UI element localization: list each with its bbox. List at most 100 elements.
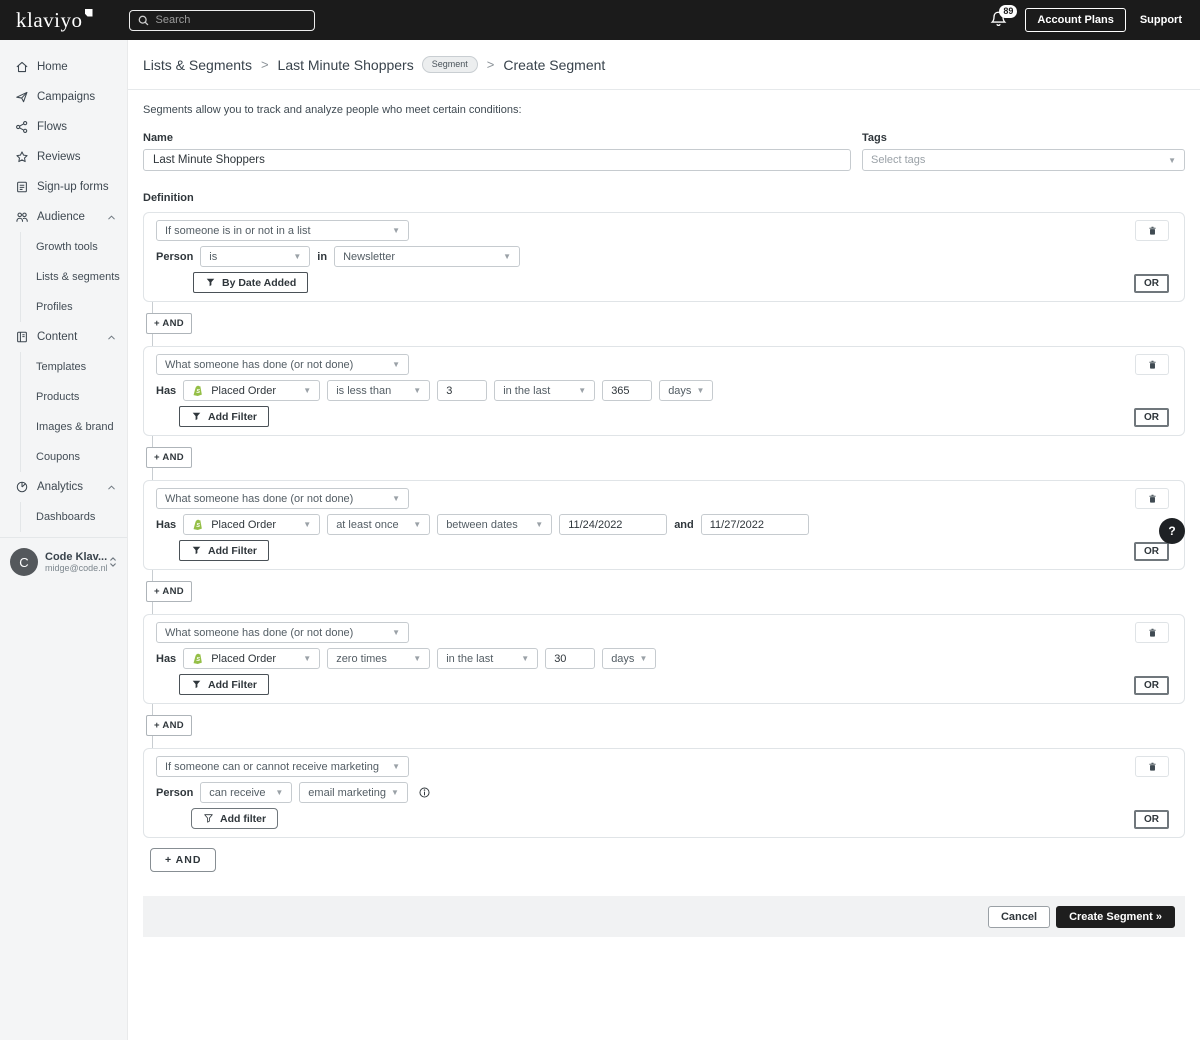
unit-select[interactable]: days ▼ bbox=[659, 380, 714, 401]
or-condition-button[interactable]: OR bbox=[1134, 408, 1169, 427]
chevron-down-icon: ▼ bbox=[303, 386, 312, 395]
add-and-condition-button[interactable]: + AND bbox=[146, 581, 192, 602]
start-date-input[interactable] bbox=[559, 514, 668, 535]
condition-type-select[interactable]: If someone is in or not in a list ▼ bbox=[156, 220, 409, 241]
topbar-right: 89 Account Plans Support bbox=[989, 5, 1200, 32]
create-segment-button[interactable]: Create Segment » bbox=[1056, 905, 1175, 928]
by-date-added-button[interactable]: By Date Added bbox=[193, 272, 309, 293]
chevron-down-icon: ▼ bbox=[392, 360, 400, 369]
account-switcher[interactable]: C Code Klav... midge@code.nl bbox=[0, 537, 127, 586]
sidebar-item-home[interactable]: Home bbox=[0, 52, 127, 82]
count-input[interactable] bbox=[437, 380, 488, 401]
funnel-icon bbox=[204, 814, 213, 823]
sidebar-item-analytics[interactable]: Analytics bbox=[0, 472, 127, 502]
and-connector: + AND bbox=[143, 302, 1185, 346]
list-select[interactable]: Newsletter ▼ bbox=[334, 246, 521, 267]
chevron-down-icon: ▼ bbox=[503, 252, 512, 261]
condition-type-select[interactable]: What someone has done (or not done) ▼ bbox=[156, 488, 409, 509]
breadcrumb-lists-segments[interactable]: Lists & Segments bbox=[143, 57, 252, 73]
sidebar-item-signup-forms[interactable]: Sign-up forms bbox=[0, 172, 127, 202]
days-count-input[interactable] bbox=[602, 380, 653, 401]
breadcrumb-segment-name[interactable]: Last Minute Shoppers bbox=[278, 57, 414, 73]
in-label: in bbox=[317, 250, 328, 263]
avatar: C bbox=[10, 548, 38, 576]
search-input[interactable] bbox=[128, 9, 315, 31]
or-condition-button[interactable]: OR bbox=[1134, 274, 1169, 293]
metric-select[interactable]: S Placed Order ▼ bbox=[183, 380, 321, 401]
condition-type-select[interactable]: What someone has done (or not done) ▼ bbox=[156, 354, 409, 375]
sidebar-item-growth-tools[interactable]: Growth tools bbox=[21, 232, 127, 262]
unit-select[interactable]: days ▼ bbox=[602, 648, 657, 669]
sidebar-item-images-brand[interactable]: Images & brand bbox=[21, 412, 127, 442]
cancel-button[interactable]: Cancel bbox=[987, 905, 1051, 928]
add-filter-button[interactable]: Add Filter bbox=[179, 674, 269, 695]
metric-select[interactable]: S Placed Order ▼ bbox=[183, 514, 321, 535]
membership-operator-select[interactable]: is ▼ bbox=[200, 246, 311, 267]
or-condition-button[interactable]: OR bbox=[1134, 542, 1169, 561]
add-filter-button[interactable]: Add Filter bbox=[179, 406, 269, 427]
sidebar-item-content[interactable]: Content bbox=[0, 322, 127, 352]
delete-condition-button[interactable] bbox=[1135, 488, 1169, 509]
logo-text: klaviyo bbox=[16, 7, 83, 32]
chevron-down-icon: ▼ bbox=[639, 654, 648, 663]
add-filter-button[interactable]: Add filter bbox=[191, 808, 279, 829]
sidebar-item-flows[interactable]: Flows bbox=[0, 112, 127, 142]
sidebar-item-dashboards[interactable]: Dashboards bbox=[21, 502, 127, 532]
condition-type-select[interactable]: If someone can or cannot receive marketi… bbox=[156, 756, 409, 777]
tags-select[interactable]: Select tags ▼ bbox=[862, 149, 1185, 171]
frequency-operator-select[interactable]: zero times ▼ bbox=[327, 648, 431, 669]
sidebar-item-lists-segments[interactable]: Lists & segments bbox=[21, 262, 127, 292]
chevron-down-icon: ▼ bbox=[521, 654, 530, 663]
delete-condition-button[interactable] bbox=[1135, 756, 1169, 777]
timeframe-select[interactable]: in the last ▼ bbox=[437, 648, 539, 669]
chevron-down-icon: ▼ bbox=[392, 628, 400, 637]
days-count-input[interactable] bbox=[545, 648, 596, 669]
chevron-up-icon bbox=[106, 212, 117, 223]
condition-type-select[interactable]: What someone has done (or not done) ▼ bbox=[156, 622, 409, 643]
user-email: midge@code.nl bbox=[45, 563, 107, 573]
timeframe-select[interactable]: in the last ▼ bbox=[494, 380, 596, 401]
timeframe-select[interactable]: between dates ▼ bbox=[437, 514, 553, 535]
sidebar-item-coupons[interactable]: Coupons bbox=[21, 442, 127, 472]
metric-select[interactable]: S Placed Order ▼ bbox=[183, 648, 321, 669]
notifications-button[interactable]: 89 bbox=[989, 5, 1018, 31]
segment-name-input[interactable] bbox=[143, 149, 851, 171]
sidebar-item-templates[interactable]: Templates bbox=[21, 352, 127, 382]
add-and-condition-final-button[interactable]: + AND bbox=[150, 848, 217, 872]
sidebar-item-campaigns[interactable]: Campaigns bbox=[0, 82, 127, 112]
sidebar-item-reviews[interactable]: Reviews bbox=[0, 142, 127, 172]
has-label: Has bbox=[156, 518, 177, 531]
help-button[interactable]: ? bbox=[1159, 518, 1185, 544]
consent-operator-select[interactable]: can receive ▼ bbox=[200, 782, 293, 803]
delete-condition-button[interactable] bbox=[1135, 220, 1169, 241]
send-icon bbox=[15, 90, 29, 104]
sidebar-item-audience[interactable]: Audience bbox=[0, 202, 127, 232]
marketing-channel-select[interactable]: email marketing ▼ bbox=[299, 782, 408, 803]
support-link[interactable]: Support bbox=[1140, 14, 1182, 26]
or-condition-button[interactable]: OR bbox=[1134, 676, 1169, 695]
add-and-condition-button[interactable]: + AND bbox=[146, 313, 192, 334]
condition-block-placed-order-zero: What someone has done (or not done) ▼ Has… bbox=[143, 614, 1185, 704]
sidebar-item-products[interactable]: Products bbox=[21, 382, 127, 412]
account-plans-button[interactable]: Account Plans bbox=[1025, 8, 1126, 32]
chevron-down-icon: ▼ bbox=[1168, 155, 1176, 165]
or-condition-button[interactable]: OR bbox=[1134, 810, 1169, 829]
and-connector: + AND bbox=[143, 704, 1185, 748]
svg-text:S: S bbox=[196, 523, 200, 529]
quantity-operator-select[interactable]: is less than ▼ bbox=[327, 380, 431, 401]
sidebar-item-profiles[interactable]: Profiles bbox=[21, 292, 127, 322]
chevron-down-icon: ▼ bbox=[696, 386, 705, 395]
add-and-condition-button[interactable]: + AND bbox=[146, 715, 192, 736]
name-label: Name bbox=[143, 132, 173, 144]
add-and-condition-button[interactable]: + AND bbox=[146, 447, 192, 468]
delete-condition-button[interactable] bbox=[1135, 622, 1169, 643]
klaviyo-logo[interactable]: klaviyo bbox=[16, 7, 93, 32]
frequency-operator-select[interactable]: at least once ▼ bbox=[327, 514, 431, 535]
add-filter-button[interactable]: Add Filter bbox=[179, 540, 269, 561]
info-icon[interactable] bbox=[418, 786, 431, 799]
sidebar-item-label: Campaigns bbox=[37, 91, 96, 103]
end-date-input[interactable] bbox=[700, 514, 809, 535]
tags-placeholder: Select tags bbox=[871, 154, 926, 166]
delete-condition-button[interactable] bbox=[1135, 354, 1169, 375]
sidebar: Home Campaigns Flows Reviews Sign-up for… bbox=[0, 40, 128, 1040]
